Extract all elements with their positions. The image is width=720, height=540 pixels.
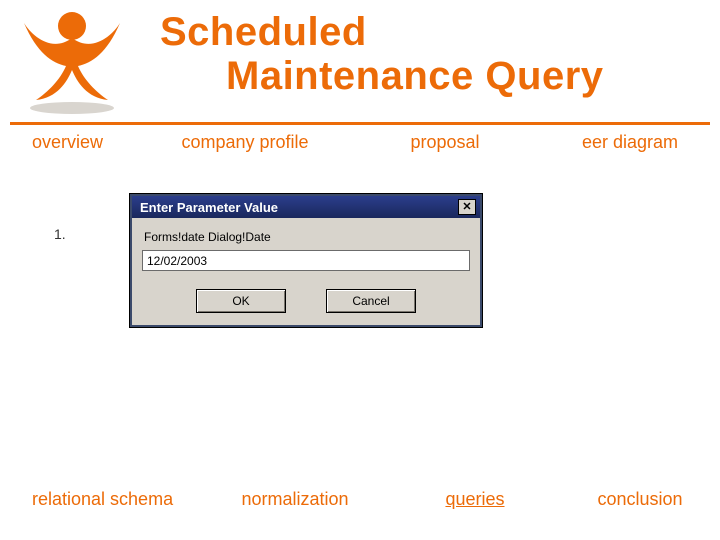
dialog-titlebar: Enter Parameter Value ✕ [132,196,480,218]
ok-button[interactable]: OK [196,289,286,313]
nav-proposal[interactable]: proposal [350,132,540,153]
cancel-button[interactable]: Cancel [326,289,416,313]
nav-relational-schema[interactable]: relational schema [0,489,200,510]
nav-overview[interactable]: overview [0,132,140,153]
page-title: Scheduled Maintenance Query [160,10,604,98]
nav-queries[interactable]: queries [390,489,560,510]
list-number: 1. [54,226,66,242]
dialog-body: Forms!date Dialog!Date OK Cancel [132,218,480,325]
nav-bottom: relational schema normalization queries … [0,489,720,510]
title-divider [10,122,710,125]
parameter-dialog: Enter Parameter Value ✕ Forms!date Dialo… [130,194,482,327]
title-line-2: Maintenance Query [226,54,604,98]
nav-company-profile[interactable]: company profile [140,132,350,153]
close-icon[interactable]: ✕ [458,199,476,215]
dialog-title: Enter Parameter Value [140,200,278,215]
nav-normalization[interactable]: normalization [200,489,390,510]
dialog-prompt: Forms!date Dialog!Date [144,230,470,244]
logo-icon [12,8,132,118]
date-input[interactable] [142,250,470,271]
nav-eer-diagram[interactable]: eer diagram [540,132,720,153]
nav-conclusion[interactable]: conclusion [560,489,720,510]
nav-top: overview company profile proposal eer di… [0,132,720,153]
title-line-1: Scheduled [160,10,604,54]
